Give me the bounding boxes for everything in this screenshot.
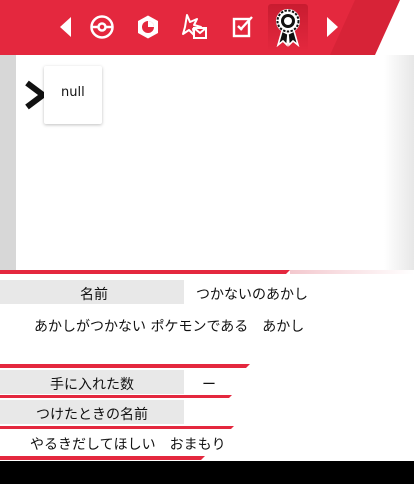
divider-line xyxy=(0,426,234,429)
title-value: やるきだしてほしい おまもり xyxy=(30,437,226,453)
divider-line xyxy=(0,395,232,398)
bottom-bar xyxy=(0,461,414,484)
divider-line xyxy=(0,270,290,274)
ribbon-screen: null 名前 つかないのあかし あかしがつかない ポケモンである あかし 手に… xyxy=(0,0,414,484)
obtained-label: 手に入れた数 xyxy=(50,377,134,393)
prev-arrow-icon[interactable] xyxy=(48,9,84,45)
obtained-value: ー xyxy=(202,377,216,393)
memo-check-icon[interactable] xyxy=(225,9,261,45)
divider-line xyxy=(0,456,205,460)
ribbon-medal-icon[interactable] xyxy=(270,5,306,49)
title-label: つけたときの名前 xyxy=(36,407,148,423)
divider-line xyxy=(0,364,250,368)
ribbon-list-item[interactable]: null xyxy=(44,66,102,124)
hexagon-badge-icon[interactable] xyxy=(130,9,166,45)
name-label: 名前 xyxy=(80,287,108,303)
poke-ball-icon[interactable] xyxy=(84,9,120,45)
ribbon-description: あかしがつかない ポケモンである あかし xyxy=(34,319,305,335)
mail-burst-icon[interactable] xyxy=(176,9,212,45)
name-value: つかないのあかし xyxy=(196,287,308,303)
next-arrow-icon[interactable] xyxy=(314,9,350,45)
top-toolbar xyxy=(0,0,414,55)
left-rail xyxy=(0,55,16,270)
ribbon-item-label: null xyxy=(61,85,85,100)
